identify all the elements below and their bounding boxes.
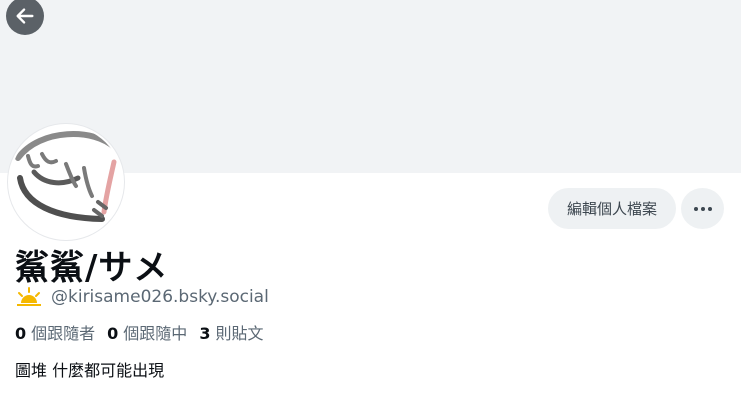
display-name: 鯊鯊/サメ (15, 248, 169, 288)
handle-text[interactable]: @kirisame026.bsky.social (51, 287, 269, 307)
avatar[interactable] (8, 124, 124, 240)
posts-count: 3 (199, 324, 211, 343)
avatar-sketch-image (15, 131, 118, 222)
profile-bio: 圖堆 什麼都可能出現 (15, 361, 165, 380)
followers-label: 個跟隨者 (31, 324, 96, 343)
following-stat[interactable]: 0 個跟隨中 (107, 320, 187, 344)
posts-stat: 3 則貼文 (199, 320, 263, 344)
followers-stat[interactable]: 0 個跟隨者 (15, 320, 95, 344)
edit-profile-button[interactable]: 編輯個人檔案 (548, 188, 676, 229)
more-options-button[interactable] (681, 188, 724, 229)
followers-count: 0 (15, 324, 27, 343)
profile-stats: 0 個跟隨者 0 個跟隨中 3 則貼文 (15, 320, 263, 344)
sunrise-icon (17, 287, 41, 306)
posts-label: 則貼文 (215, 324, 264, 343)
following-count: 0 (107, 324, 119, 343)
handle-row: @kirisame026.bsky.social (15, 287, 269, 307)
back-arrow-icon (16, 8, 34, 24)
following-label: 個跟隨中 (123, 324, 188, 343)
more-horizontal-icon (693, 206, 712, 211)
